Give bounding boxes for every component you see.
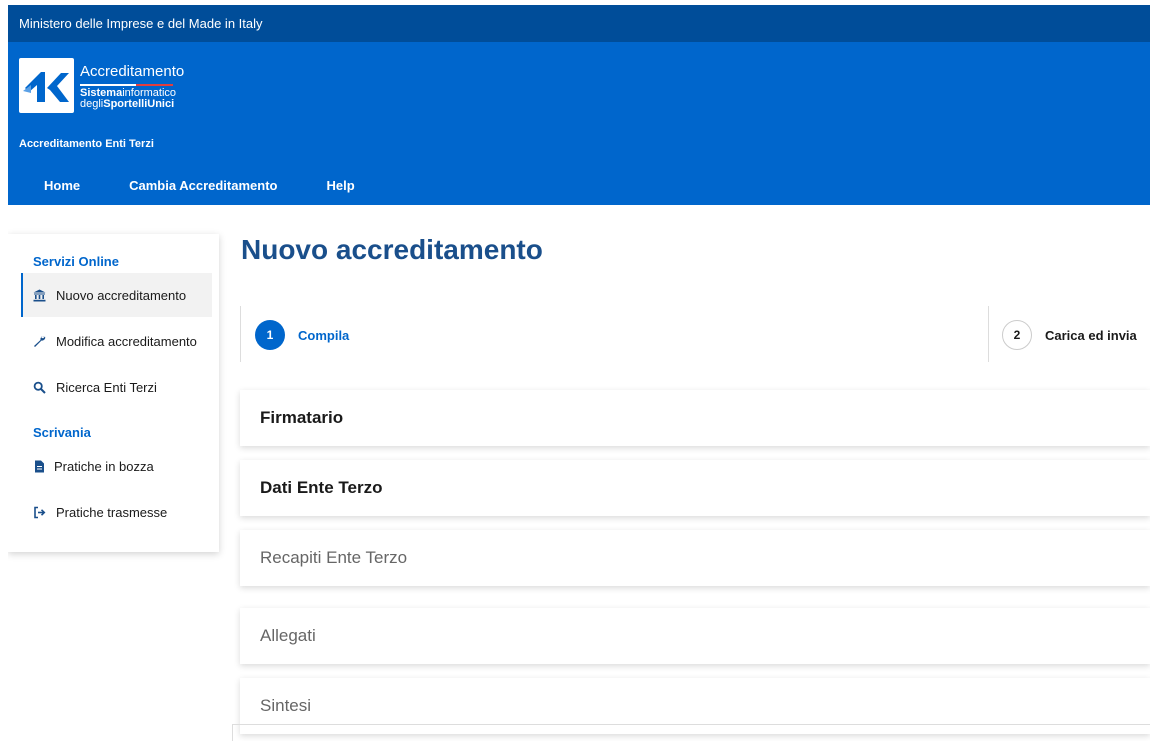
sidebar-item-modifica-accreditamento[interactable]: Modifica accreditamento xyxy=(21,319,212,363)
sidebar: Servizi Online Nuovo accreditamento Modi… xyxy=(8,234,219,552)
search-icon xyxy=(32,380,46,394)
brand-subtitle-line2: degliSportelliUnici xyxy=(80,98,175,110)
wrench-icon xyxy=(32,334,46,348)
sidebar-item-label: Nuovo accreditamento xyxy=(56,287,187,303)
bottom-border xyxy=(232,724,233,741)
step-number: 1 xyxy=(255,320,285,350)
section-allegati[interactable]: Allegati xyxy=(240,608,1150,664)
bank-icon xyxy=(32,288,46,302)
nav-cambia-accreditamento[interactable]: Cambia Accreditamento xyxy=(129,178,277,193)
logo[interactable] xyxy=(19,58,74,113)
nav-help[interactable]: Help xyxy=(326,178,354,193)
section-dati-ente-terzo[interactable]: Dati Ente Terzo xyxy=(240,460,1150,516)
section-recapiti-ente-terzo[interactable]: Recapiti Ente Terzo xyxy=(240,530,1150,586)
sidebar-item-pratiche-trasmesse[interactable]: Pratiche trasmesse xyxy=(21,490,212,534)
page-title: Nuovo accreditamento xyxy=(241,234,543,265)
sidebar-item-label: Modifica accreditamento xyxy=(56,333,197,349)
step-carica-ed-invia[interactable]: 2 Carica ed invia xyxy=(1002,320,1137,350)
sidebar-item-label: Pratiche in bozza xyxy=(54,458,154,474)
section-firmatario[interactable]: Firmatario xyxy=(240,390,1150,446)
ministry-bar: Ministero delle Imprese e del Made in It… xyxy=(8,5,1150,42)
step-label: Carica ed invia xyxy=(1045,327,1137,343)
main-nav: Home Cambia Accreditamento Help xyxy=(44,178,404,193)
site-header: Accreditamento Sistemainformatico degliS… xyxy=(8,42,1150,205)
sidebar-heading-servizi-online: Servizi Online xyxy=(33,254,119,269)
stepper-divider xyxy=(240,306,241,362)
brand-divider xyxy=(80,84,173,86)
sidebar-item-ricerca-enti-terzi[interactable]: Ricerca Enti Terzi xyxy=(21,365,212,409)
stepper: 1 Compila 2 Carica ed invia xyxy=(240,306,1150,362)
stepper-divider xyxy=(988,306,989,362)
sidebar-item-label: Ricerca Enti Terzi xyxy=(56,379,157,395)
step-label: Compila xyxy=(298,327,350,343)
brand-title: Accreditamento xyxy=(80,63,185,80)
sidebar-heading-scrivania: Scrivania xyxy=(33,425,91,440)
brand: Accreditamento Sistemainformatico degliS… xyxy=(80,63,184,110)
step-number: 2 xyxy=(1002,320,1032,350)
step-compila[interactable]: 1 Compila xyxy=(255,320,349,350)
nav-home[interactable]: Home xyxy=(44,178,80,193)
logo-mark-icon xyxy=(23,72,69,102)
sidebar-item-pratiche-in-bozza[interactable]: Pratiche in bozza xyxy=(21,444,212,488)
sign-out-icon xyxy=(32,505,46,519)
sidebar-item-nuovo-accreditamento[interactable]: Nuovo accreditamento xyxy=(21,273,212,317)
bottom-border xyxy=(232,724,1150,725)
sidebar-item-label: Pratiche trasmesse xyxy=(56,504,168,520)
section-sintesi[interactable]: Sintesi xyxy=(240,678,1150,734)
page-frame: Ministero delle Imprese e del Made in It… xyxy=(8,5,1150,741)
header-subtitle: Accreditamento Enti Terzi xyxy=(19,138,154,150)
ministry-name[interactable]: Ministero delle Imprese e del Made in It… xyxy=(19,16,263,31)
document-icon xyxy=(32,459,46,473)
